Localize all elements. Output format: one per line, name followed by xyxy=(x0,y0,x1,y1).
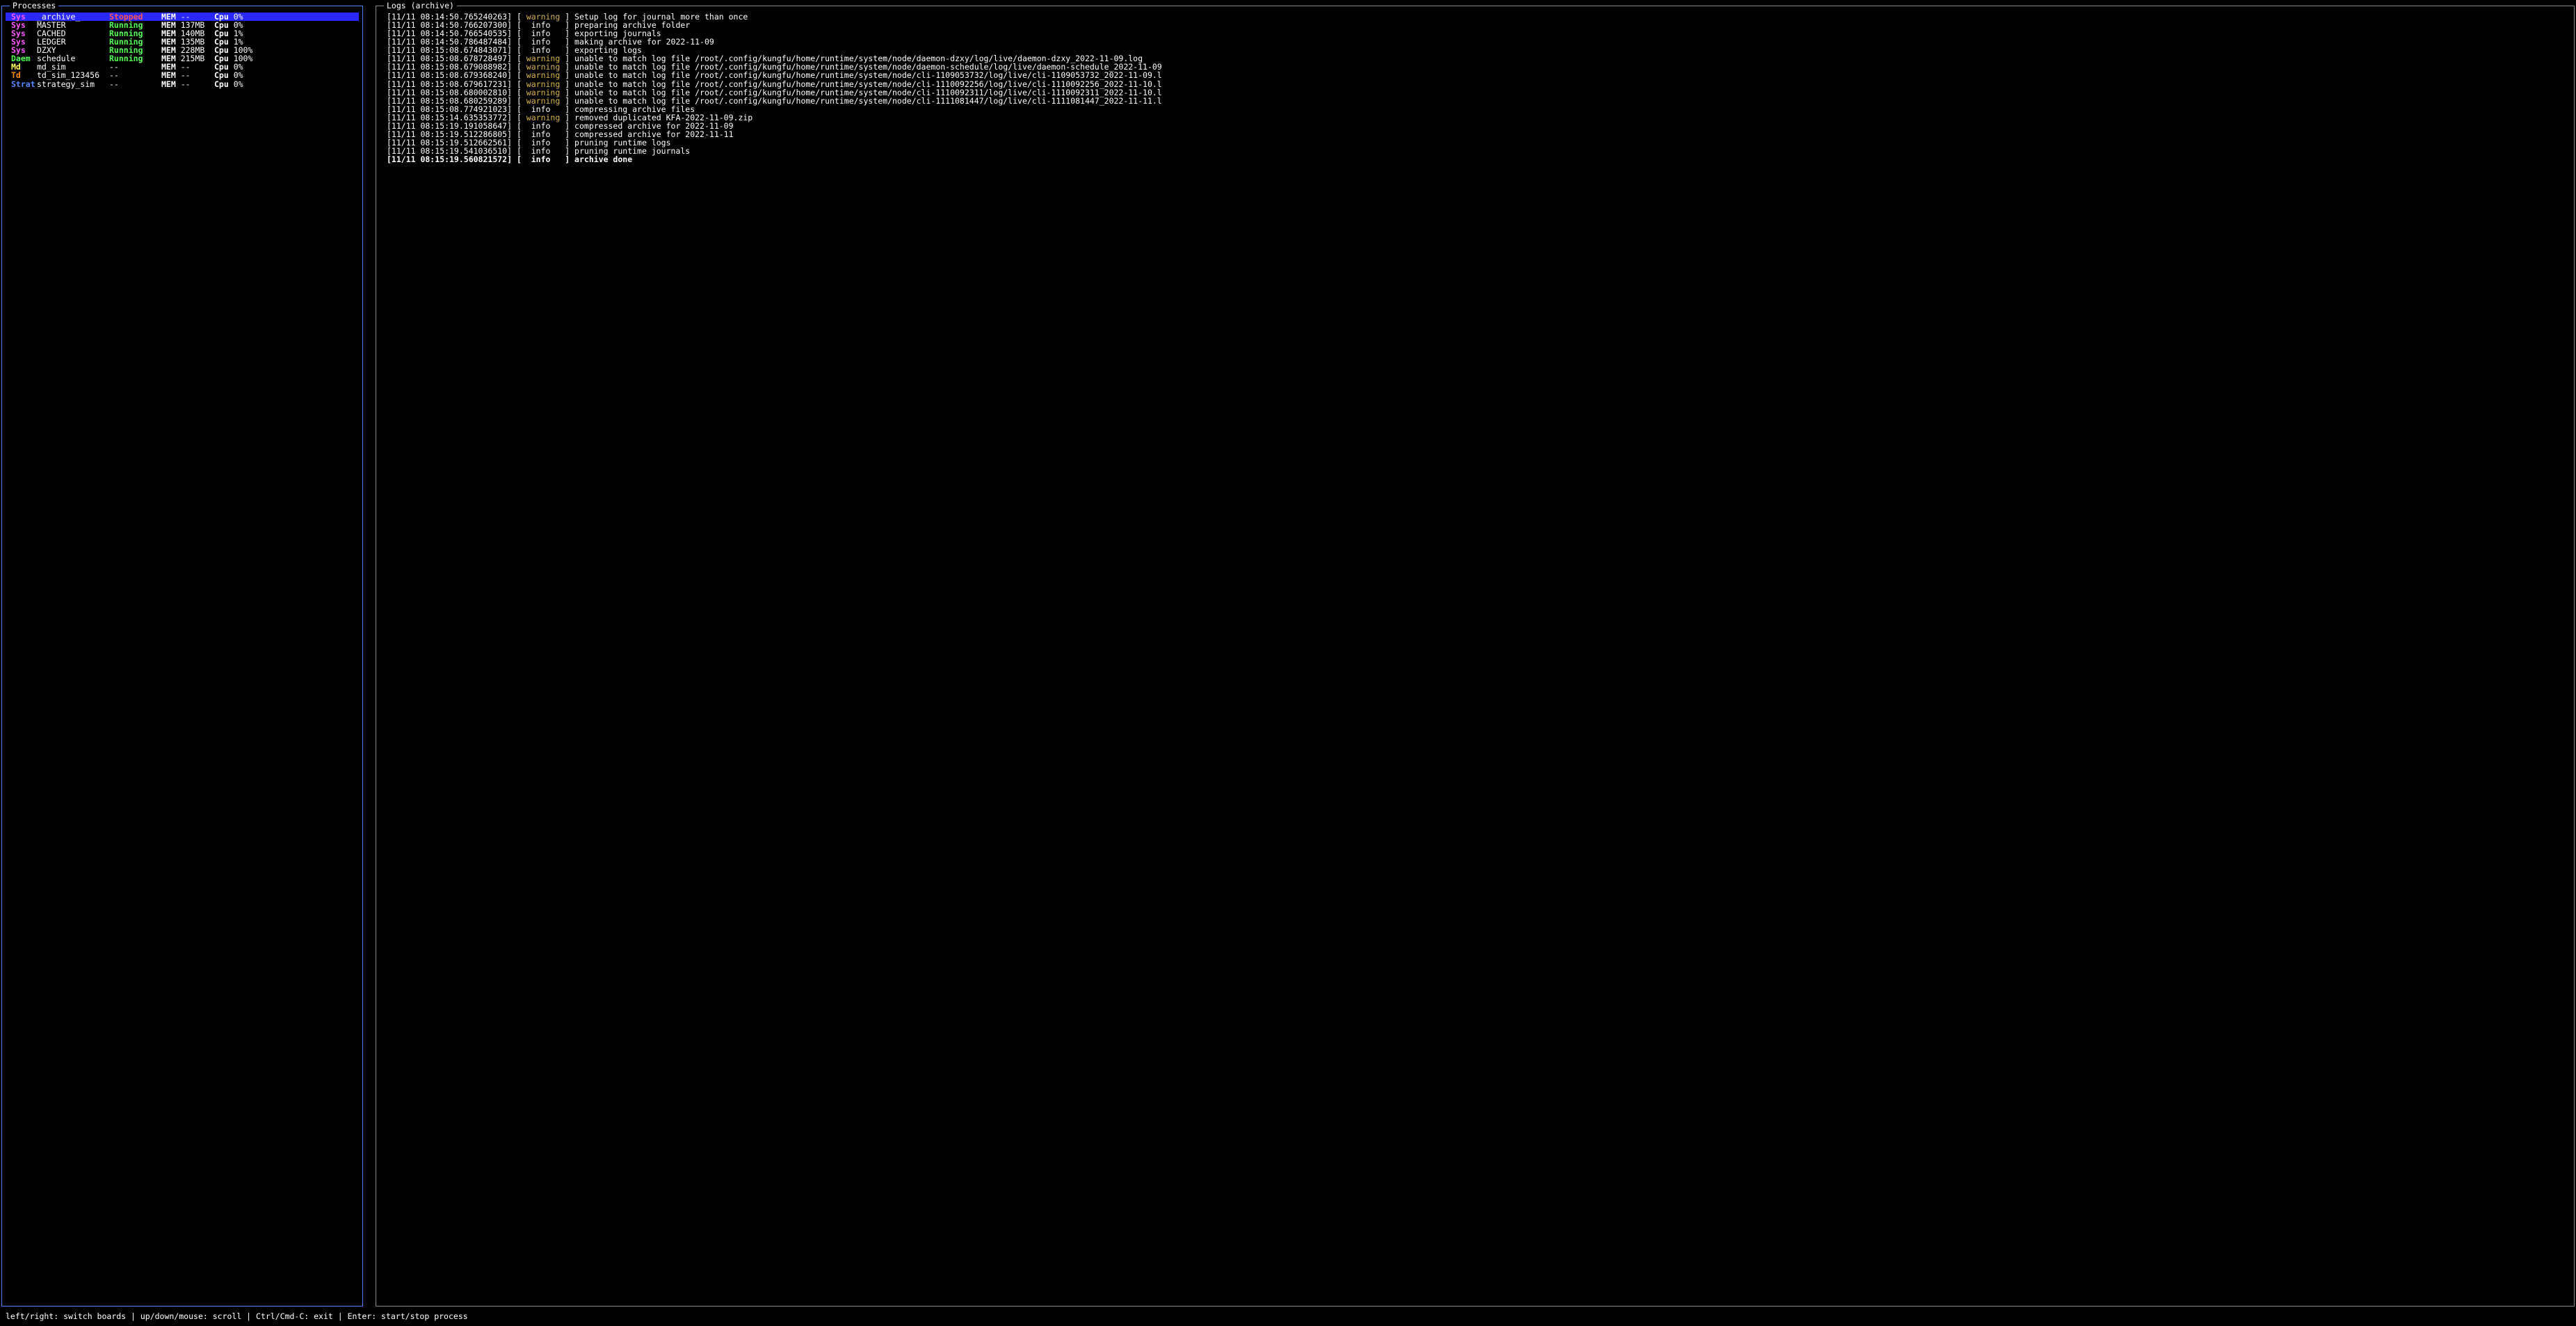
logs-title: Logs (archive) xyxy=(384,1,457,10)
log-line: [11/11 08:15:08.680259289] [ warning ] u… xyxy=(387,97,2570,105)
log-level: info xyxy=(526,154,560,163)
log-line: [11/11 08:15:19.541036510] [ info ] prun… xyxy=(387,147,2570,155)
help-footer: left/right: switch boards | up/down/mous… xyxy=(0,1308,2576,1326)
log-line: [11/11 08:14:50.765240263] [ warning ] S… xyxy=(387,13,2570,21)
process-mem: MEM -- xyxy=(161,80,214,88)
logs-panel: Logs (archive) [11/11 08:14:50.765240263… xyxy=(376,1,2575,1307)
logs-content[interactable]: [11/11 08:14:50.765240263] [ warning ] S… xyxy=(380,13,2570,1304)
log-line: [11/11 08:14:50.766207300] [ info ] prep… xyxy=(387,21,2570,29)
process-row[interactable]: Stratstrategy_sim--MEM --Cpu 0% xyxy=(6,80,359,88)
process-category: Daem xyxy=(6,54,37,63)
process-status: -- xyxy=(109,80,161,88)
process-status: -- xyxy=(109,71,161,79)
log-message: archive done xyxy=(574,154,632,163)
log-line: [11/11 08:15:19.560821572] [ info ] arch… xyxy=(387,155,2570,163)
process-category: Md xyxy=(6,63,37,71)
processes-content[interactable]: Sys_archive_StoppedMEM --Cpu 0%SysMASTER… xyxy=(6,13,359,1304)
process-name: strategy_sim xyxy=(37,80,109,88)
process-category: Strat xyxy=(6,80,37,88)
log-line: [11/11 08:14:50.766540535] [ info ] expo… xyxy=(387,29,2570,38)
process-cpu: Cpu 0% xyxy=(214,80,356,88)
log-line: [11/11 08:15:19.512286805] [ info ] comp… xyxy=(387,130,2570,138)
processes-panel: Processes Sys_archive_StoppedMEM --Cpu 0… xyxy=(1,1,363,1307)
log-line: [11/11 08:15:19.512662561] [ info ] prun… xyxy=(387,138,2570,147)
log-line: [11/11 08:14:50.786487484] [ info ] maki… xyxy=(387,38,2570,46)
processes-title: Processes xyxy=(10,1,58,10)
log-timestamp: [11/11 08:15:19.560821572] xyxy=(387,154,512,163)
process-category: Td xyxy=(6,71,37,79)
process-name: td_sim_123456 xyxy=(37,71,109,79)
